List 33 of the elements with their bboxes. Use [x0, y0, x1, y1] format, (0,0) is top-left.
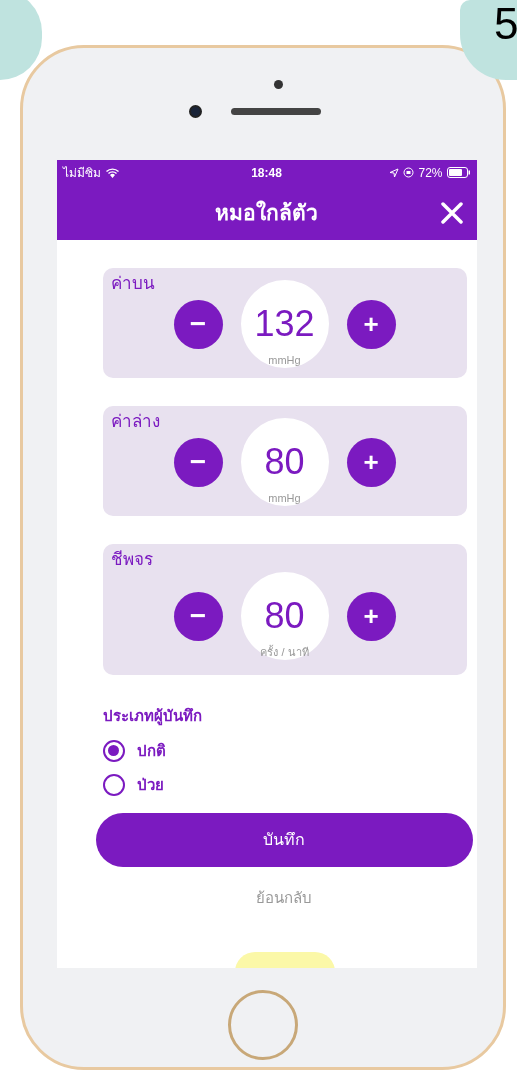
carrier-name: ไม่มีซิม [62, 164, 101, 182]
increase-button[interactable]: + [346, 299, 396, 349]
measurement-label: ชีพจร [110, 549, 153, 571]
measurement-value: 80 [264, 444, 305, 480]
camera-icon [189, 105, 202, 118]
radio-button[interactable] [102, 739, 125, 762]
measurement-label: ค่าล่าง [110, 411, 160, 433]
section-title: ประเภทผู้บันทึก [102, 706, 203, 728]
save-button[interactable]: บันทึก [95, 812, 473, 867]
increase-button[interactable]: + [346, 591, 396, 641]
decrease-button[interactable]: − [173, 591, 223, 641]
rotation-lock-icon [403, 167, 415, 178]
measurement-value: 80 [264, 598, 305, 634]
battery-icon [446, 167, 471, 178]
radio-label: ปกติ [136, 740, 166, 761]
decrease-button[interactable]: − [173, 299, 223, 349]
increase-button[interactable]: + [346, 437, 396, 487]
unit-label: mmHg [267, 491, 302, 506]
radio-label: ป่วย [136, 775, 164, 795]
wifi-icon [104, 167, 120, 178]
location-arrow-icon [389, 167, 400, 178]
measurement-label: ค่าบน [110, 273, 155, 295]
unit-label: mmHg [267, 353, 302, 368]
speaker-grille-icon [231, 108, 321, 115]
battery-percent: 72% [418, 164, 443, 182]
close-icon[interactable] [440, 202, 463, 224]
radio-button[interactable] [102, 774, 125, 797]
header-title: หมอใกล้ตัว [215, 199, 318, 226]
decrease-button[interactable]: − [173, 437, 223, 487]
step-badge: 5 [460, 0, 517, 80]
measurement-value: 132 [254, 306, 315, 342]
unit-label: ครั้ง / นาที [259, 644, 310, 660]
status-time: 18:48 [251, 164, 282, 182]
